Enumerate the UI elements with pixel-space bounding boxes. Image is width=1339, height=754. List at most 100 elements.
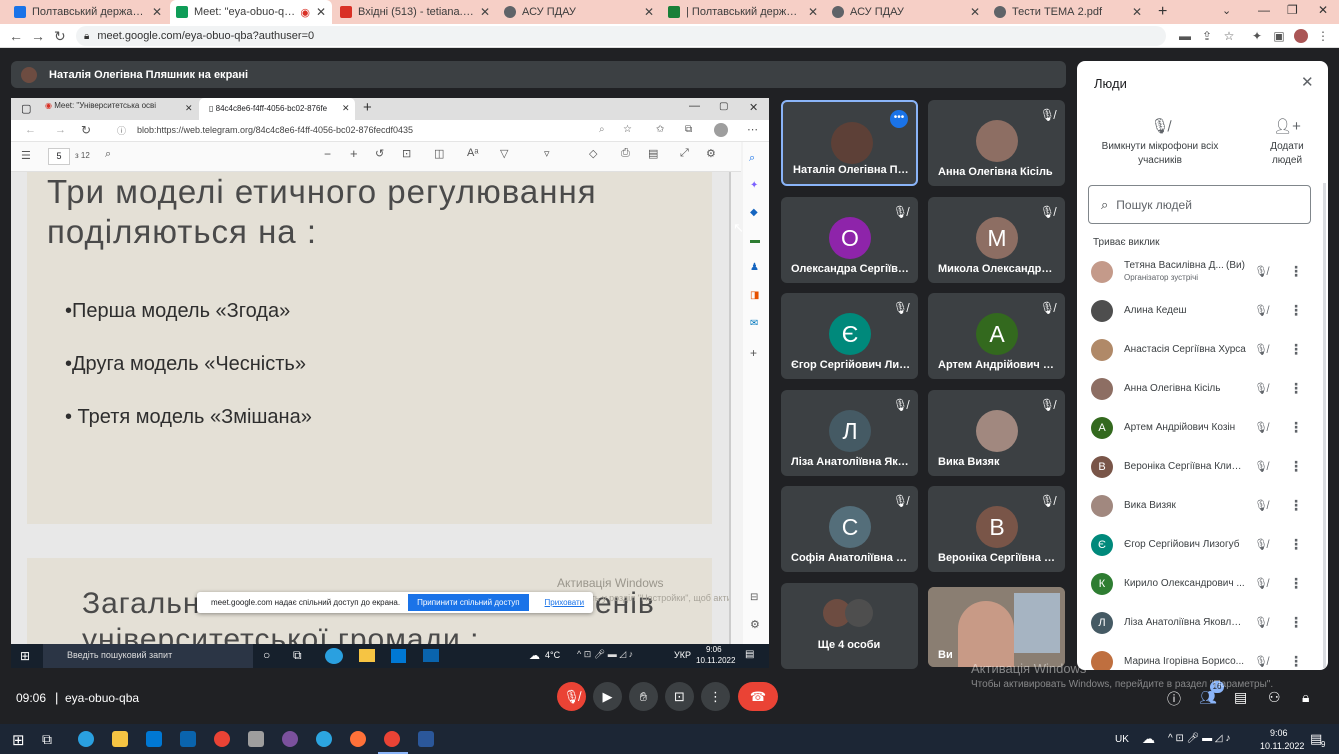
windows-start-icon[interactable]: ⊞ [12,731,25,749]
more-vert-icon[interactable]: ⋮ [1289,302,1303,319]
chat-icon[interactable]: ▤ [1234,689,1247,706]
forward-icon[interactable]: → [31,28,45,44]
participant-tile[interactable]: В 🎙︎̸ Вероніка Сергіївна Кл... [928,486,1065,572]
address-bar[interactable]: 🔒︎ meet.google.com/eya-obuo-qba?authuser=… [76,26,1166,46]
participant-row[interactable]: Є Єгор Сергійович Лизогуб 🎙︎̸ ⋮ [1077,525,1328,564]
new-tab-icon[interactable]: + [1158,3,1167,21]
clock-time[interactable]: 9:06 [1270,728,1288,738]
participant-row[interactable]: Тетяна Василівна Д... (Ви) Організатор з… [1077,252,1328,291]
participant-tile[interactable]: С 🎙︎̸ Софія Анатоліївна Ма... [781,486,918,572]
mic-off-icon[interactable]: 🎙︎̸ [1254,304,1268,317]
more-options-button[interactable]: ⋮ [701,682,730,711]
store-icon[interactable] [146,731,162,747]
mic-off-icon[interactable]: 🎙︎̸ [1254,499,1268,512]
minimize-icon[interactable]: — [1258,3,1270,17]
participant-row[interactable]: К Кирило Олександрович ... 🎙︎̸ ⋮ [1077,564,1328,603]
word-icon[interactable] [418,731,434,747]
mic-off-icon[interactable]: 🎙︎̸ [1254,421,1268,434]
close-tab-icon[interactable]: ✕ [808,5,818,19]
participant-tile[interactable]: А 🎙︎̸ Артем Андрійович Ко... [928,293,1065,379]
sidebar-icon[interactable]: ▣ [1272,29,1286,43]
profile-avatar[interactable] [1294,29,1308,43]
info-icon[interactable]: ⓘ [1167,689,1181,709]
more-options-icon[interactable]: ••• [890,110,908,128]
firefox-icon[interactable] [350,731,366,747]
participant-row[interactable]: Марина Ігорівна Борисо... 🎙︎̸ ⋮ [1077,642,1328,670]
browser-tab[interactable]: Тести ТЕМА 2.pdf ✕ [988,0,1148,24]
camera-toggle-button[interactable]: ▶ [593,682,622,711]
participant-row[interactable]: Алина Кедеш 🎙︎̸ ⋮ [1077,291,1328,330]
back-icon[interactable]: ← [9,28,23,44]
browser-tab-active[interactable]: Meet: "eya-obuo-qba" ◉ ✕ [170,0,332,24]
close-tab-icon[interactable]: ✕ [1132,5,1142,19]
close-tab-icon[interactable]: ✕ [970,5,980,19]
app-icon[interactable] [248,731,264,747]
reload-icon[interactable]: ↻ [54,28,66,45]
tab-search-icon[interactable]: ⌄ [1222,4,1231,17]
mic-off-icon[interactable]: 🎙︎̸ [1254,655,1268,668]
participant-row[interactable]: В Вероніка Сергіївна Клим... 🎙︎̸ ⋮ [1077,447,1328,486]
browser-tab[interactable]: Полтавський державний аграр✕ [8,0,168,24]
more-vert-icon[interactable]: ⋮ [1289,419,1303,436]
mic-off-icon[interactable]: 🎙︎̸ [1254,265,1268,278]
mute-all-button[interactable]: 🎙︎̸ Вимкнути мікрофони всіх учасників [1095,117,1225,168]
extensions-icon[interactable]: ✦ [1250,29,1264,43]
activities-icon[interactable]: ⚇ [1268,689,1281,706]
close-tab-icon[interactable]: ✕ [316,5,326,19]
onedrive-icon[interactable]: ☁ [1142,731,1155,747]
host-controls-icon[interactable]: 🔒︎ [1302,689,1309,706]
participant-tile[interactable]: Л 🎙︎̸ Ліза Анатоліївна Яков... [781,390,918,476]
mic-off-icon[interactable]: 🎙︎̸ [1254,577,1268,590]
keyboard-language[interactable]: UK [1115,734,1129,745]
browser-tab[interactable]: АСУ ПДАУ ✕ [826,0,986,24]
bookmark-star-icon[interactable]: ☆ [1222,29,1236,43]
close-panel-icon[interactable]: ✕ [1301,73,1314,91]
mic-off-icon[interactable]: 🎙︎̸ [1254,538,1268,551]
more-vert-icon[interactable]: ⋮ [1289,458,1303,475]
chrome-active-icon[interactable] [384,731,400,747]
close-tab-icon[interactable]: ✕ [644,5,654,19]
more-vert-icon[interactable]: ⋮ [1289,263,1303,280]
more-vert-icon[interactable]: ⋮ [1289,575,1303,592]
raise-hand-button[interactable]: ✋︎ [629,682,658,711]
edge-icon[interactable] [78,731,94,747]
share-icon[interactable]: ⇪ [1200,29,1214,43]
present-button[interactable]: ⊡ [665,682,694,711]
telegram-icon[interactable] [316,731,332,747]
participant-row[interactable]: Вика Визяк 🎙︎̸ ⋮ [1077,486,1328,525]
participant-tile[interactable]: 🎙︎̸ Вика Визяк [928,390,1065,476]
system-tray-icons[interactable]: ^ ⊡ 🎤︎ ▬ ◿ ♪ [1168,733,1230,744]
more-vert-icon[interactable]: ⋮ [1289,380,1303,397]
camera-blocked-icon[interactable]: ▬ [1178,29,1192,43]
more-vert-icon[interactable]: ⋮ [1289,653,1303,670]
viber-icon[interactable] [282,731,298,747]
participant-tile[interactable]: ••• Наталія Олегівна Пля... [781,100,918,186]
search-people-input[interactable]: ⌕ Пошук людей [1088,185,1311,224]
browser-tab[interactable]: АСУ ПДАУ ✕ [498,0,660,24]
mail-icon[interactable] [180,731,196,747]
close-tab-icon[interactable]: ✕ [480,5,490,19]
close-window-icon[interactable]: ✕ [1318,3,1328,17]
restore-icon[interactable]: ❐ [1287,3,1298,17]
task-view-icon[interactable]: ⧉ [42,731,52,748]
mic-off-icon[interactable]: 🎙︎̸ [1254,460,1268,473]
mic-off-icon[interactable]: 🎙︎̸ [1254,382,1268,395]
mic-off-icon[interactable]: 🎙︎̸ [1254,343,1268,356]
chrome-menu-icon[interactable]: ⋮ [1316,29,1330,43]
browser-tab[interactable]: Вхідні (513) - tetiana.diadyk@p✕ [334,0,496,24]
participant-tile[interactable]: 🎙︎̸ Анна Олегівна Кісіль [928,100,1065,186]
participant-tile[interactable]: Є 🎙︎̸ Єгор Сергійович Лизо... [781,293,918,379]
chrome-icon[interactable] [214,731,230,747]
participant-row[interactable]: Анастасія Сергіївна Хурса 🎙︎̸ ⋮ [1077,330,1328,369]
participant-tile[interactable]: О 🎙︎̸ Олександра Сергіївна... [781,197,918,283]
file-explorer-icon[interactable] [112,731,128,747]
clock-date[interactable]: 10.11.2022 [1260,741,1304,751]
participant-row[interactable]: Л Ліза Анатоліївна Яковлєва 🎙︎̸ ⋮ [1077,603,1328,642]
more-vert-icon[interactable]: ⋮ [1289,497,1303,514]
mic-toggle-button[interactable]: 🎙︎̸ [557,682,586,711]
participant-row[interactable]: Анна Олегівна Кісіль 🎙︎̸ ⋮ [1077,369,1328,408]
add-people-button[interactable]: 👤︎+ Додати людей [1260,117,1314,168]
more-participants-tile[interactable]: Ще 4 особи [781,583,918,669]
mic-off-icon[interactable]: 🎙︎̸ [1254,616,1268,629]
participant-row[interactable]: А Артем Андрійович Козін 🎙︎̸ ⋮ [1077,408,1328,447]
